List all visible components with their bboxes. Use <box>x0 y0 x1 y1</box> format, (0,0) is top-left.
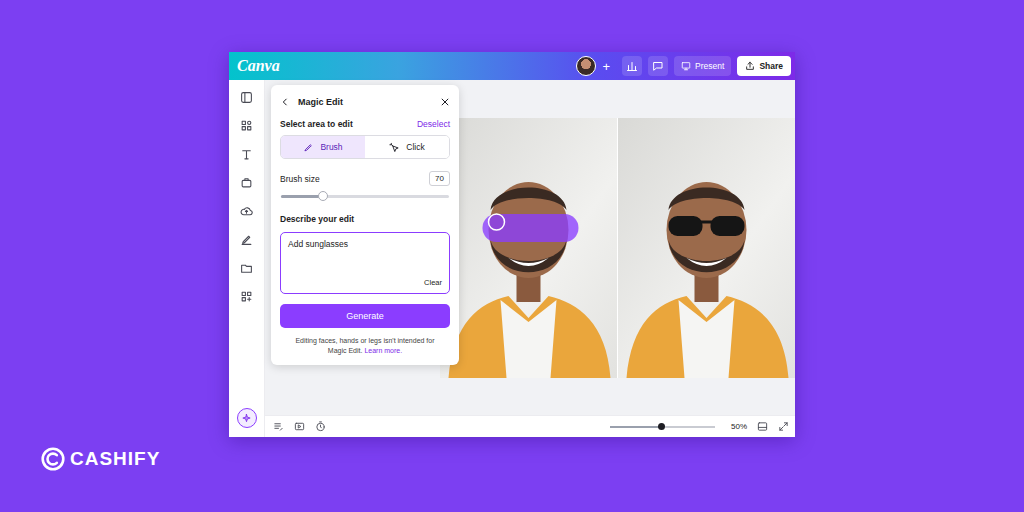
present-button[interactable]: Present <box>674 56 731 76</box>
share-label: Share <box>759 61 783 71</box>
upload-cloud-icon <box>240 205 253 218</box>
video-icon <box>294 421 305 432</box>
magic-edit-panel: Magic Edit Select area to edit Deselect Bru… <box>271 85 459 365</box>
add-collaborator-button[interactable]: + <box>602 60 610 73</box>
comment-icon <box>652 60 664 72</box>
zoom-fill <box>610 426 661 428</box>
upload-icon <box>745 61 755 71</box>
brush-size-slider[interactable] <box>281 195 449 198</box>
pages-icon <box>757 421 768 432</box>
user-avatar[interactable] <box>576 56 596 76</box>
pages-button[interactable] <box>757 418 768 436</box>
brand-kit-icon <box>240 176 253 189</box>
rail-button[interactable] <box>240 204 254 218</box>
close-button[interactable] <box>440 93 450 111</box>
generate-button[interactable]: Generate <box>280 304 450 328</box>
mode-label: Click <box>406 142 424 152</box>
prompt-text[interactable]: Add sunglasses <box>288 239 442 278</box>
expand-icon <box>778 421 789 432</box>
cashify-mark-icon <box>40 446 66 472</box>
brand-name: CASHIFY <box>70 448 160 470</box>
bottom-bar: 50% <box>265 415 795 437</box>
elements-icon <box>240 119 253 132</box>
duration-button[interactable] <box>294 418 305 436</box>
rail-button[interactable] <box>240 261 254 275</box>
canva-window: Canva + Present Share Magic Edit Select area … <box>229 52 795 437</box>
slider-knob[interactable] <box>318 191 328 201</box>
generate-label: Generate <box>346 311 384 321</box>
edited-photo[interactable] <box>618 118 795 378</box>
zoom-reading[interactable]: 50% <box>731 422 747 431</box>
design-canvas: Magic Edit Select area to edit Deselect Bru… <box>265 80 795 415</box>
edit-prompt-field[interactable]: Add sunglassesClear <box>280 232 450 294</box>
chevron-left-icon <box>280 97 290 107</box>
mode-option[interactable]: Click <box>365 136 449 158</box>
rail-button[interactable] <box>240 290 254 304</box>
rail-button[interactable] <box>240 90 254 104</box>
comments-button[interactable] <box>648 56 668 76</box>
click-icon <box>389 142 400 153</box>
mode-label: Brush <box>320 142 342 152</box>
draw-icon <box>240 233 253 246</box>
magic-button[interactable] <box>237 408 257 428</box>
notes-button[interactable] <box>273 418 284 436</box>
rail-button[interactable] <box>240 119 254 133</box>
timer-icon <box>315 421 326 432</box>
projects-icon <box>240 262 253 275</box>
photo-comparison <box>440 118 795 378</box>
zoom-knob[interactable] <box>658 423 665 430</box>
cashify-logo: CASHIFY <box>40 446 160 472</box>
present-icon <box>681 61 691 71</box>
side-rail <box>229 80 265 437</box>
layout-icon <box>240 91 253 104</box>
original-photo[interactable] <box>440 118 617 378</box>
share-button[interactable]: Share <box>737 56 791 76</box>
brush-icon <box>303 142 314 153</box>
insights-button[interactable] <box>622 56 642 76</box>
brush-size-input[interactable]: 70 <box>429 171 450 186</box>
timer-button[interactable] <box>315 418 326 436</box>
usage-note: Editing faces, hands or legs isn't inten… <box>280 336 450 356</box>
text-icon <box>240 148 253 161</box>
describe-label: Describe your edit <box>280 214 354 224</box>
panel-title: Magic Edit <box>298 97 432 107</box>
select-area-label: Select area to edit <box>280 119 353 129</box>
close-icon <box>440 97 450 107</box>
notes-icon <box>273 421 284 432</box>
canva-logo[interactable]: Canva <box>237 57 280 75</box>
rail-button[interactable] <box>240 233 254 247</box>
sparkle-icon <box>241 413 252 424</box>
clear-button[interactable]: Clear <box>424 278 442 287</box>
bar-chart-icon <box>626 60 638 72</box>
learn-more-link[interactable]: Learn more. <box>364 347 402 354</box>
fullscreen-button[interactable] <box>778 418 789 436</box>
apps-icon <box>240 290 253 303</box>
rail-button[interactable] <box>240 147 254 161</box>
brush-size-label: Brush size <box>280 174 320 184</box>
rail-button[interactable] <box>240 176 254 190</box>
top-bar: Canva + Present Share <box>229 52 795 80</box>
slider-fill <box>281 195 323 198</box>
select-mode-toggle: Brush Click <box>280 135 450 159</box>
back-button[interactable] <box>280 93 290 111</box>
present-label: Present <box>695 61 724 71</box>
zoom-slider[interactable] <box>610 426 715 428</box>
mode-option[interactable]: Brush <box>281 136 365 158</box>
deselect-link[interactable]: Deselect <box>417 119 450 129</box>
